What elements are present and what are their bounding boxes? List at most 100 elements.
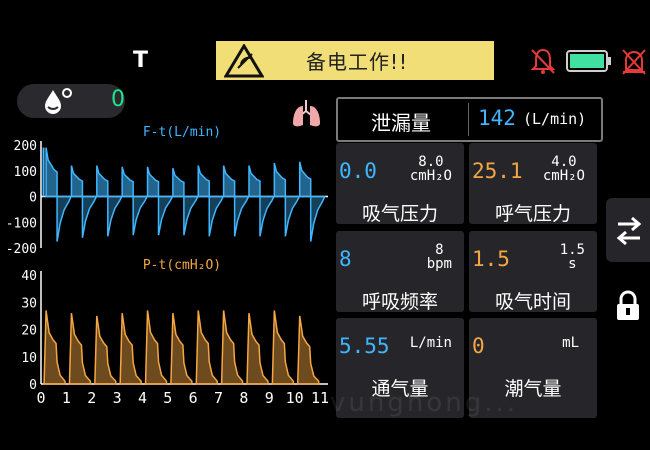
time-x-tick: 11	[311, 389, 329, 407]
ventilation-unit: L/min	[409, 335, 452, 351]
pressure-breath-wave	[195, 310, 219, 385]
flow-inspiration-peak	[70, 165, 84, 198]
resp-rate-set: 8 bpm	[427, 243, 452, 271]
exp-pressure-unit: cmH₂O	[542, 168, 585, 184]
pressure-breath-wave	[170, 313, 193, 385]
time-x-tick: 2	[87, 389, 96, 407]
flow-inspiration-peak	[45, 147, 58, 198]
flow-inspiration-peak	[96, 165, 109, 198]
pressure-chart-title: P-t(cmH₂O)	[143, 258, 221, 273]
time-x-tick: 5	[163, 389, 172, 407]
ventilation-value: 5.55	[339, 334, 390, 358]
pressure-breath-wave	[119, 313, 142, 385]
pressure-y-tick: 30	[21, 296, 37, 311]
time-x-tick: 9	[265, 389, 274, 407]
pressure-y-tick: 10	[21, 351, 37, 366]
time-x-tick: 3	[113, 389, 122, 407]
flow-chart-title: F-t(L/min)	[143, 125, 221, 140]
flow-expiration-trough	[309, 195, 326, 242]
resp-rate-unit: bpm	[426, 256, 452, 272]
flow-expiration-trough	[284, 195, 301, 237]
flow-expiration-trough	[157, 195, 174, 236]
swap-arrows-icon	[616, 216, 642, 246]
exp-pressure-value: 25.1	[472, 159, 523, 183]
insp-time-value: 1.5	[472, 247, 510, 271]
pressure-breath-wave	[220, 310, 244, 385]
alarm-text: 备电工作!!	[306, 50, 409, 74]
flow-expiration-trough	[208, 195, 225, 237]
flow-inspiration-peak	[172, 167, 185, 198]
pressure-breath-wave	[43, 310, 66, 385]
insp-pressure-value: 0.0	[339, 159, 377, 183]
leak-label: 泄漏量	[371, 111, 431, 135]
insp-time-set: 1.5 s	[560, 243, 585, 271]
mode-indicator: T	[133, 48, 149, 73]
leak-divider	[468, 103, 469, 136]
insp-time-name: 吸气时间	[494, 291, 571, 313]
lock-button[interactable]	[606, 274, 650, 338]
flow-inspiration-peak	[273, 162, 287, 198]
alarm-muted-bell-icon[interactable]	[528, 46, 558, 76]
exp-pressure-name: 呼气压力	[494, 203, 571, 225]
tidal-volume-unit: mL	[562, 335, 579, 351]
time-x-tick: 1	[62, 389, 71, 407]
flow-inspiration-peak	[248, 165, 261, 198]
pressure-y-tick: 20	[21, 324, 37, 339]
watermark: vunghong...	[330, 388, 519, 418]
flow-y-tick: 200	[14, 139, 37, 154]
oxygen-drop-icon	[45, 88, 72, 114]
insp-time-unit: s	[568, 256, 577, 272]
flow-expiration-trough	[56, 195, 73, 242]
waveform-charts: F-t(L/min)2001000-100-200P-t(cmH₂O)40302…	[6, 125, 329, 407]
insp-pressure-name: 吸气压力	[361, 203, 438, 225]
alarm-banner[interactable]: 备电工作!!	[216, 41, 494, 80]
pressure-y-tick: 40	[21, 269, 37, 284]
switch-button[interactable]	[606, 198, 650, 262]
flow-expiration-trough	[259, 195, 276, 237]
flow-y-tick: 0	[29, 191, 37, 206]
warning-icon	[224, 43, 264, 77]
flow-inspiration-peak	[146, 166, 160, 198]
exp-pressure-tile[interactable]: 25.1 4.0 cmH₂O 呼气压力	[469, 143, 597, 225]
pressure-breath-wave	[271, 310, 295, 385]
flow-inspiration-peak	[197, 165, 211, 198]
flow-expiration-trough	[233, 195, 250, 237]
oxygen-value: 0	[111, 87, 125, 112]
leak-panel: 泄漏量 142 (L/min)	[336, 97, 603, 142]
flow-expiration-trough	[132, 195, 149, 236]
pressure-breath-wave	[94, 315, 117, 385]
alarm-off-icon[interactable]	[620, 46, 648, 76]
flow-y-tick: 100	[14, 165, 37, 180]
time-x-tick: 7	[214, 389, 223, 407]
battery-full-icon	[566, 50, 611, 72]
pressure-breath-wave	[246, 313, 269, 385]
exp-pressure-set: 4.0 cmH₂O	[543, 155, 585, 183]
flow-y-tick: -100	[6, 216, 37, 231]
flow-expiration-trough	[81, 195, 98, 238]
leak-value: 142	[478, 106, 516, 130]
time-x-tick: 0	[36, 389, 45, 407]
insp-pressure-unit: cmH₂O	[409, 168, 452, 184]
pressure-breath-wave	[144, 310, 168, 385]
pressure-breath-wave	[68, 313, 92, 385]
flow-expiration-trough	[107, 195, 124, 237]
time-x-tick: 4	[138, 389, 147, 407]
resp-rate-value: 8	[339, 247, 352, 271]
time-x-tick: 10	[286, 389, 304, 407]
flow-y-tick: -200	[6, 242, 37, 257]
flow-inspiration-peak	[121, 166, 134, 198]
oxygen-indicator: 0	[17, 84, 125, 118]
time-x-tick: 8	[239, 389, 248, 407]
tidal-volume-value: 0	[472, 334, 485, 358]
flow-expiration-trough	[183, 195, 200, 236]
insp-pressure-set: 8.0 cmH₂O	[410, 155, 452, 183]
time-x-tick: 6	[189, 389, 198, 407]
lock-icon	[617, 290, 639, 320]
insp-time-tile[interactable]: 1.5 1.5 s 吸气时间	[469, 231, 597, 313]
pressure-breath-wave	[296, 315, 320, 385]
leak-unit: (L/min)	[523, 110, 587, 128]
resp-rate-tile[interactable]: 8 8 bpm 呼吸频率	[336, 231, 464, 313]
resp-rate-name: 呼吸频率	[361, 291, 438, 313]
insp-pressure-tile[interactable]: 0.0 8.0 cmH₂O 吸气压力	[336, 143, 464, 225]
flow-inspiration-peak	[298, 161, 312, 198]
